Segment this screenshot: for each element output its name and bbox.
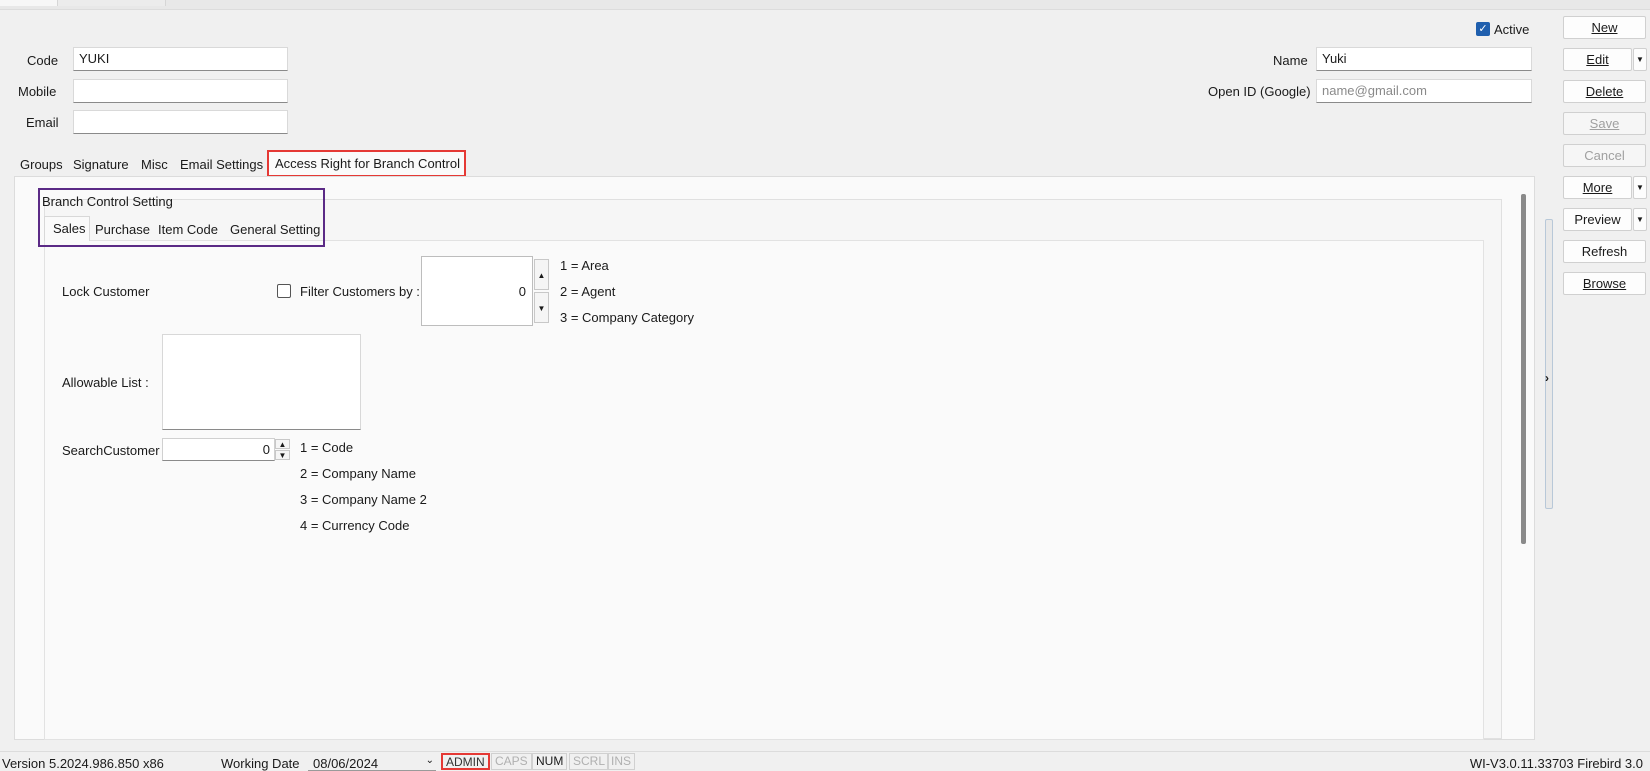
search-option-2: 2 = Company Name bbox=[300, 466, 416, 481]
cancel-button-label: Cancel bbox=[1584, 148, 1625, 163]
openid-label: Open ID (Google) bbox=[1208, 84, 1311, 99]
tab-access-right[interactable]: Access Right for Branch Control bbox=[275, 156, 460, 171]
refresh-button[interactable]: Refresh bbox=[1563, 240, 1646, 263]
sales-panel bbox=[44, 240, 1484, 740]
tab-access-right-highlight[interactable]: Access Right for Branch Control bbox=[267, 150, 466, 177]
refresh-button-label: Refresh bbox=[1581, 244, 1628, 259]
cancel-button[interactable]: Cancel bbox=[1563, 144, 1646, 167]
working-date-select[interactable]: 08/06/2024 ⌄ bbox=[308, 753, 436, 771]
build-text: WI-V3.0.11.33703 Firebird 3.0 bbox=[1469, 756, 1643, 771]
window-tab-1[interactable] bbox=[0, 0, 58, 6]
tab-misc[interactable]: Misc bbox=[141, 155, 168, 175]
search-spin-up-icon[interactable]: ▲ bbox=[275, 439, 290, 449]
working-date-label: Working Date bbox=[221, 756, 300, 771]
subtab-sales-label: Sales bbox=[53, 221, 86, 236]
mobile-input[interactable] bbox=[73, 79, 288, 103]
active-checkbox[interactable]: ✓ bbox=[1476, 22, 1490, 36]
more-button[interactable]: More bbox=[1563, 176, 1632, 199]
search-option-3: 3 = Company Name 2 bbox=[300, 492, 427, 507]
openid-placeholder: name@gmail.com bbox=[1322, 83, 1427, 98]
filter-customers-spinner[interactable]: 0 bbox=[421, 256, 533, 326]
save-button[interactable]: Save bbox=[1563, 112, 1646, 135]
email-input[interactable] bbox=[73, 110, 288, 134]
panel-scrollbar[interactable] bbox=[1521, 194, 1526, 544]
window-tab-2[interactable] bbox=[58, 0, 166, 6]
num-indicator: NUM bbox=[532, 753, 568, 770]
delete-button-label: Delete bbox=[1585, 84, 1624, 99]
filter-customers-value: 0 bbox=[518, 284, 526, 299]
search-customer-value: 0 bbox=[262, 442, 270, 457]
email-label: Email bbox=[26, 115, 59, 130]
subtab-purchase[interactable]: Purchase bbox=[95, 222, 150, 237]
preview-dropdown-icon[interactable]: ▼ bbox=[1633, 208, 1647, 231]
filter-customers-label: Filter Customers by : bbox=[300, 284, 420, 299]
save-button-label: Save bbox=[1589, 116, 1620, 131]
more-dropdown-icon[interactable]: ▼ bbox=[1633, 176, 1647, 199]
allowable-list-box[interactable] bbox=[162, 334, 361, 430]
browse-button[interactable]: Browse bbox=[1563, 272, 1646, 295]
openid-input[interactable]: name@gmail.com bbox=[1316, 79, 1532, 103]
name-label: Name bbox=[1273, 53, 1308, 68]
code-label: Code bbox=[27, 53, 59, 68]
user-indicator: ADMIN bbox=[441, 753, 490, 770]
subtab-sales[interactable]: Sales bbox=[44, 216, 90, 241]
more-button-label: More bbox=[1582, 180, 1613, 195]
active-label: Active bbox=[1494, 22, 1530, 37]
new-button-label: New bbox=[1591, 20, 1618, 35]
new-button[interactable]: New bbox=[1563, 16, 1646, 39]
tab-email-settings[interactable]: Email Settings bbox=[180, 155, 263, 175]
filter-option-3: 3 = Company Category bbox=[560, 310, 695, 325]
chevron-right-icon[interactable]: › bbox=[1545, 371, 1549, 385]
side-collapse-handle[interactable] bbox=[1545, 219, 1553, 509]
search-spin-down-icon[interactable]: ▼ bbox=[275, 450, 290, 460]
filter-customers-checkbox[interactable] bbox=[277, 284, 291, 298]
code-input[interactable]: YUKI bbox=[73, 47, 288, 71]
branch-control-title: Branch Control Setting bbox=[42, 194, 173, 209]
browse-button-label: Browse bbox=[1582, 276, 1627, 291]
top-tab-strip bbox=[0, 0, 1650, 10]
lock-customer-label: Lock Customer bbox=[62, 284, 150, 299]
chevron-down-icon[interactable]: ⌄ bbox=[426, 755, 434, 766]
tab-groups[interactable]: Groups bbox=[20, 155, 63, 175]
ins-indicator: INS bbox=[607, 753, 636, 770]
search-customer-label: SearchCustomer bbox=[62, 443, 160, 458]
name-input[interactable]: Yuki bbox=[1316, 47, 1532, 71]
preview-button-label: Preview bbox=[1574, 212, 1621, 227]
edit-button[interactable]: Edit bbox=[1563, 48, 1632, 71]
caps-indicator: CAPS bbox=[491, 753, 532, 770]
filter-spin-down-icon[interactable]: ▼ bbox=[534, 292, 549, 323]
working-date-value: 08/06/2024 bbox=[313, 756, 379, 771]
filter-option-1: 1 = Area bbox=[560, 258, 609, 273]
version-text: Version 5.2024.986.850 x86 bbox=[2, 756, 164, 771]
preview-button[interactable]: Preview bbox=[1563, 208, 1632, 231]
filter-option-2: 2 = Agent bbox=[560, 284, 616, 299]
edit-button-label: Edit bbox=[1586, 52, 1609, 67]
scrl-indicator: SCRL bbox=[569, 753, 610, 770]
tab-signature[interactable]: Signature bbox=[73, 155, 129, 175]
edit-dropdown-icon[interactable]: ▼ bbox=[1633, 48, 1647, 71]
mobile-label: Mobile bbox=[18, 84, 57, 99]
search-option-1: 1 = Code bbox=[300, 440, 354, 455]
subtab-general-setting[interactable]: General Setting bbox=[230, 222, 320, 237]
subtab-item-code[interactable]: Item Code bbox=[158, 222, 218, 237]
filter-spin-up-icon[interactable]: ▲ bbox=[534, 259, 549, 290]
delete-button[interactable]: Delete bbox=[1563, 80, 1646, 103]
search-customer-spinner[interactable]: 0 bbox=[162, 438, 275, 461]
allowable-list-label: Allowable List : bbox=[62, 375, 149, 390]
search-option-4: 4 = Currency Code bbox=[300, 518, 410, 533]
